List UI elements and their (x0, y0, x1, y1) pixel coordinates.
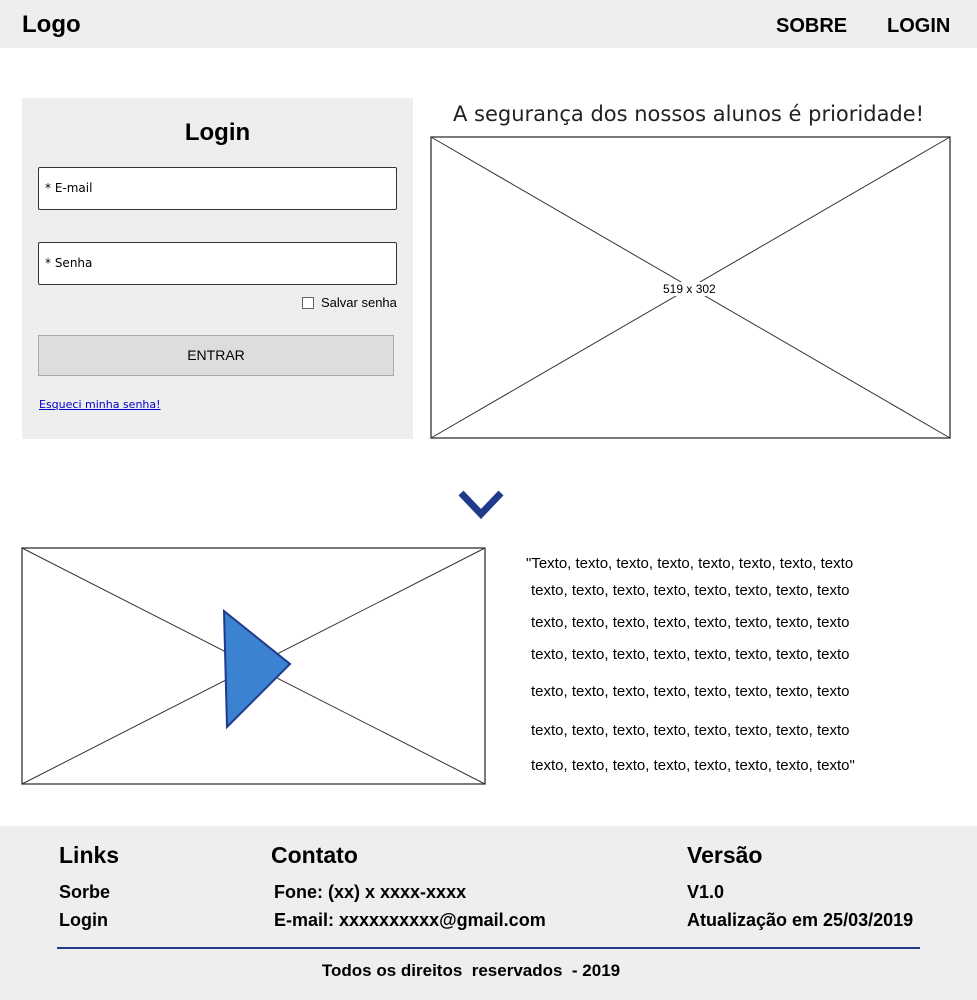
quote-line: texto, texto, texto, texto, texto, texto… (531, 614, 850, 631)
footer-link-login[interactable]: Login (59, 909, 108, 931)
footer-link-sorbe[interactable]: Sorbe (59, 881, 110, 903)
nav-link-sobre[interactable]: SOBRE (776, 13, 847, 39)
footer-contact-heading: Contato (271, 842, 358, 868)
quote-line: texto, texto, texto, texto, texto, texto… (531, 582, 850, 599)
chevron-down-icon[interactable] (457, 488, 505, 522)
quote-line: texto, texto, texto, texto, texto, texto… (531, 757, 855, 774)
video-player[interactable] (21, 547, 486, 785)
checkbox-box[interactable] (302, 296, 314, 309)
quote-line: texto, texto, texto, texto, texto, texto… (531, 646, 850, 663)
password-field[interactable]: * Senha (38, 242, 397, 285)
quote-line: texto, texto, texto, texto, texto, texto… (531, 722, 850, 739)
submit-button[interactable]: ENTRAR (38, 335, 394, 376)
footer-divider (57, 947, 920, 949)
footer-phone: Fone: (xx) x xxxx-xxxx (274, 882, 467, 902)
copyright: Todos os direitos reservados - 2019 (321, 961, 621, 980)
login-title: Login (184, 119, 251, 146)
footer-version-number: V1.0 (687, 882, 725, 902)
footer-email: E-mail: xxxxxxxxxx@gmail.com (274, 910, 546, 930)
nav-link-login[interactable]: LOGIN (887, 13, 950, 39)
quote-line: "Texto, texto, texto, texto, texto, text… (526, 555, 854, 572)
footer-links-heading: Links (59, 842, 120, 868)
hero-headline: A segurança dos nossos alunos é priorida… (453, 102, 925, 126)
forgot-password-link[interactable]: Esqueci minha senha! (39, 398, 161, 411)
remember-password-checkbox[interactable]: Salvar senha (302, 295, 397, 310)
quote-line: texto, texto, texto, texto, texto, texto… (531, 683, 850, 700)
footer-update-date: Atualização em 25/03/2019 (687, 910, 914, 930)
image-size-label: 519 x 302 (663, 282, 716, 296)
email-field[interactable]: * E-mail (38, 167, 397, 210)
footer-version-heading: Versão (687, 842, 763, 868)
logo[interactable]: Logo (22, 10, 81, 40)
remember-password-label: Salvar senha (321, 295, 397, 310)
